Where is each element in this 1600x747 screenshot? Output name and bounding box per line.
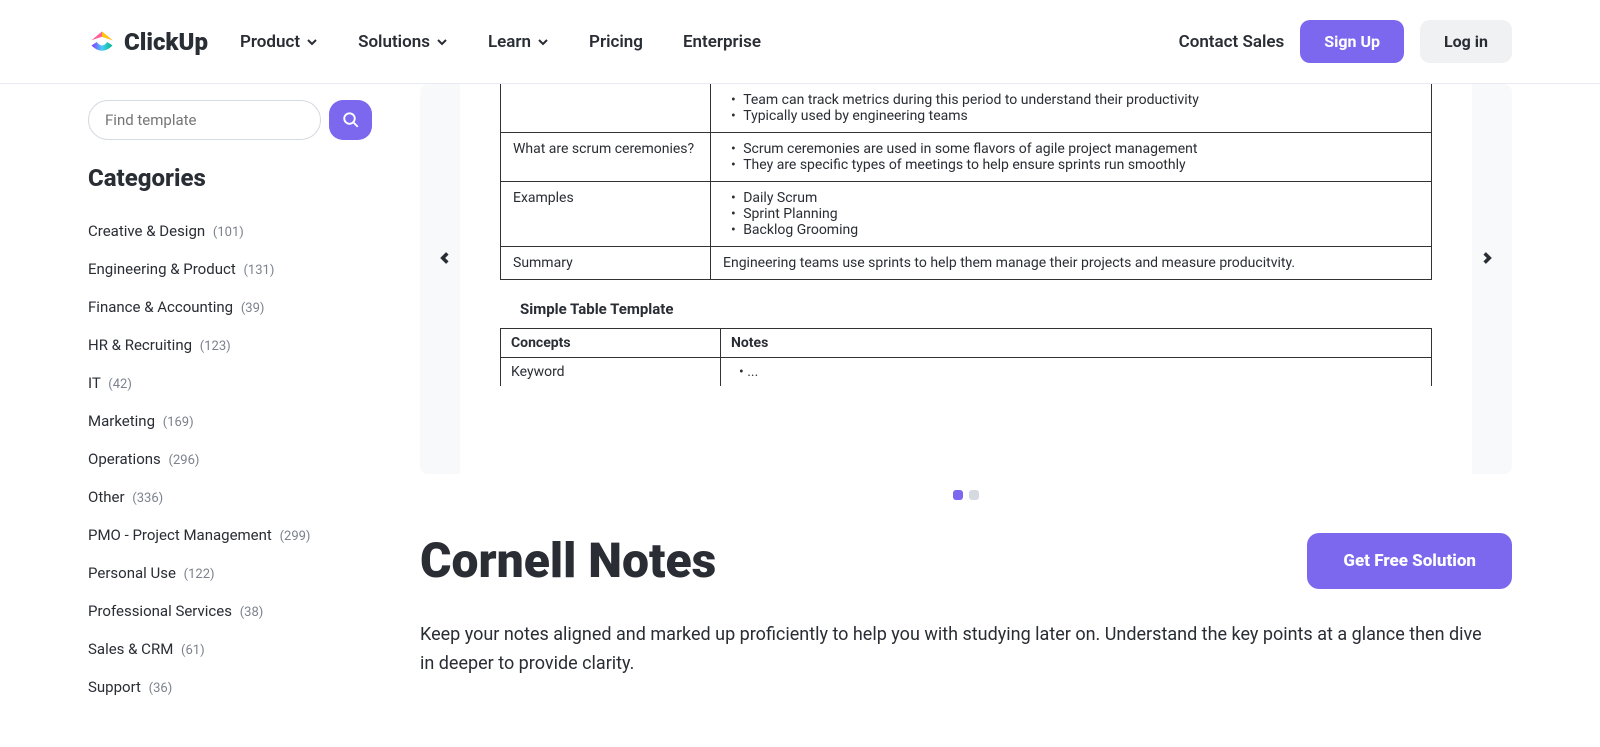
nav-learn[interactable]: Learn: [488, 32, 549, 52]
category-item[interactable]: Support (36): [88, 668, 372, 706]
search-button[interactable]: [329, 100, 372, 140]
nav-enterprise[interactable]: Enterprise: [683, 32, 761, 52]
chevron-right-icon: [1480, 251, 1494, 265]
header: ClickUp Product Solutions Learn Pricing …: [0, 0, 1600, 84]
carousel-dots: [420, 474, 1512, 516]
category-item[interactable]: Personal Use (122): [88, 554, 372, 592]
dot-1[interactable]: [953, 490, 963, 500]
carousel-slide: Team can track metrics during this perio…: [460, 84, 1472, 474]
login-button[interactable]: Log in: [1420, 20, 1512, 63]
category-item[interactable]: Sales & CRM (61): [88, 630, 372, 668]
title-row: Cornell Notes Get Free Solution: [420, 532, 1512, 589]
category-item[interactable]: Marketing (169): [88, 402, 372, 440]
chevron-down-icon: [306, 36, 318, 48]
category-item[interactable]: Creative & Design (101): [88, 212, 372, 250]
contact-sales-link[interactable]: Contact Sales: [1179, 32, 1285, 52]
page-description: Keep your notes aligned and marked up pr…: [420, 621, 1490, 679]
signup-button[interactable]: Sign Up: [1300, 20, 1404, 63]
logo-text: ClickUp: [124, 28, 208, 56]
chevron-left-icon: [438, 251, 452, 265]
category-item[interactable]: IT (42): [88, 364, 372, 402]
category-item[interactable]: Engineering & Product (131): [88, 250, 372, 288]
categories-title: Categories: [88, 164, 372, 192]
nav-solutions[interactable]: Solutions: [358, 32, 448, 52]
logo-icon: [88, 28, 116, 56]
search-input[interactable]: [88, 100, 321, 140]
search-icon: [342, 111, 360, 129]
category-item[interactable]: PMO - Project Management (299): [88, 516, 372, 554]
template-carousel: Team can track metrics during this perio…: [420, 84, 1512, 474]
logo[interactable]: ClickUp: [88, 28, 208, 56]
nav-product[interactable]: Product: [240, 32, 318, 52]
category-item[interactable]: Operations (296): [88, 440, 372, 478]
nav-pricing[interactable]: Pricing: [589, 32, 643, 52]
simple-table-title: Simple Table Template: [500, 280, 1432, 328]
sidebar: Categories Creative & Design (101)Engine…: [88, 84, 372, 706]
header-actions: Contact Sales Sign Up Log in: [1179, 20, 1512, 63]
notes-table: Team can track metrics during this perio…: [500, 84, 1432, 280]
category-item[interactable]: Finance & Accounting (39): [88, 288, 372, 326]
chevron-down-icon: [436, 36, 448, 48]
page-title: Cornell Notes: [420, 532, 716, 589]
category-item[interactable]: Other (336): [88, 478, 372, 516]
category-item[interactable]: HR & Recruiting (123): [88, 326, 372, 364]
carousel-prev[interactable]: [432, 244, 458, 275]
simple-table: ConceptsNotes Keyword• ...: [500, 328, 1432, 386]
chevron-down-icon: [537, 36, 549, 48]
content: Team can track metrics during this perio…: [372, 84, 1512, 706]
get-free-solution-button[interactable]: Get Free Solution: [1307, 533, 1512, 589]
categories-list: Creative & Design (101)Engineering & Pro…: [88, 212, 372, 706]
category-item[interactable]: Professional Services (38): [88, 592, 372, 630]
dot-2[interactable]: [969, 490, 979, 500]
search-wrap: [88, 100, 372, 140]
main-nav: Product Solutions Learn Pricing Enterpri…: [240, 32, 1179, 52]
carousel-next[interactable]: [1474, 244, 1500, 275]
